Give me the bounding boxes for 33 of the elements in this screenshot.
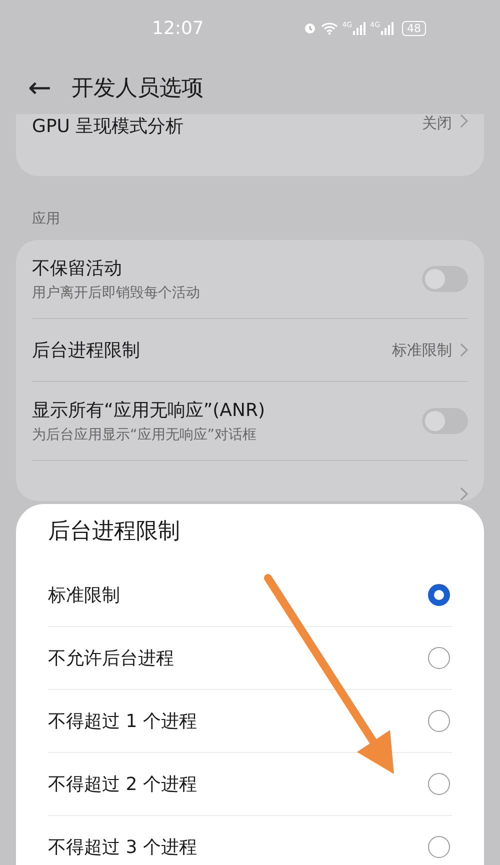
setting-value: 标准限制: [392, 340, 452, 360]
battery-level: 48: [402, 20, 426, 36]
section-title: 应用: [31, 210, 61, 229]
setting-label: 显示所有“应用无响应”(ANR): [32, 399, 266, 422]
signal-icon: [353, 22, 366, 34]
toggle-switch[interactable]: [422, 266, 468, 292]
option-label: 标准限制: [48, 584, 120, 607]
radio-button[interactable]: [428, 647, 450, 669]
toggle-switch[interactable]: [422, 408, 468, 434]
sheet-title: 后台进程限制: [48, 518, 181, 546]
radio-button[interactable]: [428, 584, 450, 606]
setting-value: 关闭: [422, 114, 452, 133]
option-label: 不得超过 1 个进程: [48, 710, 197, 733]
setting-label: GPU 呈现模式分析: [32, 115, 185, 138]
setting-description: 为后台应用显示“应用无响应”对话框: [32, 426, 258, 444]
wifi-icon: [321, 22, 338, 34]
radio-button[interactable]: [428, 836, 450, 858]
option-label: 不得超过 3 个进程: [48, 836, 197, 859]
option-label: 不允许后台进程: [48, 647, 174, 670]
setting-label: 后台进程限制: [32, 339, 141, 362]
page-title: 开发人员选项: [71, 75, 204, 103]
radio-button[interactable]: [428, 773, 450, 795]
chevron-icon: [460, 114, 468, 128]
chevron-icon: [460, 343, 468, 357]
setting-label: 不保留活动: [32, 257, 123, 280]
status-time: 12:07: [152, 18, 204, 38]
option-label: 不得超过 2 个进程: [48, 773, 197, 796]
radio-button[interactable]: [428, 710, 450, 732]
chevron-icon: [460, 487, 468, 501]
signal-icon: [381, 22, 394, 34]
alarm-icon: [303, 21, 318, 35]
back-button[interactable]: ←: [28, 74, 52, 102]
setting-description: 用户离开后即销毁每个活动: [32, 284, 201, 302]
